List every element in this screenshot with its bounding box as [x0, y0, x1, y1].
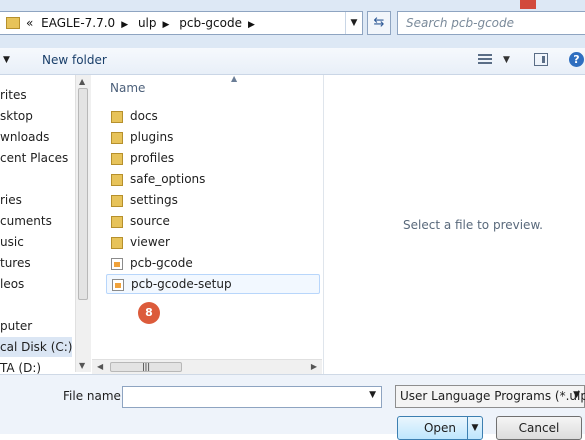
- list-item[interactable]: source: [106, 212, 320, 232]
- file-name-label: File name:: [63, 389, 125, 403]
- search-placeholder: Search pcb-gcode: [406, 16, 515, 30]
- chevron-right-icon[interactable]: ▶: [163, 20, 170, 30]
- list-item[interactable]: settings: [106, 191, 320, 211]
- folder-icon: [111, 111, 123, 123]
- chevron-right-icon[interactable]: ▶: [121, 20, 128, 30]
- file-name: docs: [130, 109, 158, 123]
- folder-icon: [6, 17, 20, 29]
- organize-dropdown-arrow[interactable]: ▼: [3, 55, 10, 65]
- scroll-up-icon[interactable]: ▲: [79, 77, 85, 86]
- folder-icon: [111, 174, 123, 186]
- file-list-hscrollbar[interactable]: ◀ ||| ▶: [92, 359, 322, 375]
- nav-scrollbar[interactable]: ▲ ▼: [75, 75, 91, 372]
- address-bar[interactable]: « EAGLE-7.7.0 ▶ ulp ▶ pcb-gcode ▶ ▼: [0, 11, 363, 35]
- list-item[interactable]: profiles: [106, 149, 320, 169]
- folder-icon: [111, 153, 123, 165]
- preview-pane-icon[interactable]: [534, 53, 548, 66]
- preview-pane: Select a file to preview.: [323, 75, 585, 374]
- toolbar: ▼ New folder ▼ ?: [0, 48, 585, 75]
- nav-item-libraries[interactable]: ries: [0, 190, 22, 210]
- view-options-icon[interactable]: [478, 54, 492, 66]
- search-input[interactable]: Search pcb-gcode: [397, 11, 585, 35]
- hscroll-thumb[interactable]: |||: [110, 362, 182, 372]
- file-name: plugins: [130, 130, 174, 144]
- preview-message: Select a file to preview.: [403, 218, 543, 232]
- chevron-right-icon[interactable]: ▶: [248, 20, 255, 30]
- breadcrumb: « EAGLE-7.7.0 ▶ ulp ▶ pcb-gcode ▶: [26, 16, 261, 30]
- nav-item-videos[interactable]: leos: [0, 274, 24, 294]
- file-name: safe_options: [130, 172, 206, 186]
- list-item[interactable]: pcb-gcode-setup: [106, 274, 320, 294]
- cancel-button[interactable]: Cancel: [496, 416, 582, 440]
- file-name-field[interactable]: ▼: [122, 386, 382, 408]
- list-item[interactable]: plugins: [106, 128, 320, 148]
- file-name: pcb-gcode-setup: [131, 277, 232, 291]
- breadcrumb-eagle[interactable]: EAGLE-7.7.0: [41, 16, 115, 30]
- list-item[interactable]: pcb-gcode: [106, 254, 320, 274]
- list-item[interactable]: safe_options: [106, 170, 320, 190]
- new-folder-button[interactable]: New folder: [42, 53, 107, 67]
- file-type-select[interactable]: User Language Programs (*.ulp ▼: [395, 385, 585, 408]
- scroll-left-icon[interactable]: ◀: [97, 362, 103, 371]
- open-button[interactable]: Open ▼: [397, 416, 483, 440]
- nav-item-music[interactable]: usic: [0, 232, 24, 252]
- nav-item-local-disk[interactable]: cal Disk (C:): [0, 337, 72, 357]
- breadcrumb-pcb-gcode[interactable]: pcb-gcode: [179, 16, 242, 30]
- chevron-down-icon[interactable]: ▼: [573, 390, 580, 400]
- ulp-file-icon: [111, 258, 123, 270]
- file-name: viewer: [130, 235, 170, 249]
- file-name: profiles: [130, 151, 175, 165]
- breadcrumb-ulp[interactable]: ulp: [138, 16, 157, 30]
- folder-icon: [111, 195, 123, 207]
- scroll-right-icon[interactable]: ▶: [311, 362, 317, 371]
- help-icon[interactable]: ?: [569, 52, 584, 67]
- file-name: source: [130, 214, 170, 228]
- nav-item-computer[interactable]: puter: [0, 316, 32, 336]
- nav-item-downloads[interactable]: wnloads: [0, 127, 49, 147]
- breadcrumb-overflow[interactable]: «: [26, 16, 33, 30]
- view-dropdown-arrow[interactable]: ▼: [503, 55, 510, 65]
- nav-item-recent-places[interactable]: cent Places: [0, 148, 68, 168]
- chevron-down-icon[interactable]: ▼: [369, 390, 376, 400]
- list-item[interactable]: viewer: [106, 233, 320, 253]
- file-dialog-footer: File name: ▼ User Language Programs (*.u…: [0, 374, 585, 440]
- folder-icon: [111, 132, 123, 144]
- step-badge: 8: [138, 302, 160, 324]
- sort-ascending-icon: ▲: [231, 74, 238, 83]
- window-close-fragment[interactable]: [520, 0, 536, 9]
- refresh-button[interactable]: ⇆: [367, 11, 391, 35]
- nav-item-documents[interactable]: cuments: [0, 211, 52, 231]
- nav-item-pictures[interactable]: tures: [0, 253, 31, 273]
- open-split-dropdown[interactable]: ▼: [467, 417, 482, 439]
- ulp-file-icon: [112, 279, 124, 291]
- address-history-dropdown[interactable]: ▼: [345, 12, 362, 34]
- column-header-name[interactable]: Name: [110, 81, 145, 95]
- nav-item-desktop[interactable]: sktop: [0, 106, 33, 126]
- folder-icon: [111, 237, 123, 249]
- scroll-down-icon[interactable]: ▼: [79, 361, 85, 370]
- file-name: settings: [130, 193, 178, 207]
- file-list: ▲ Name docs plugins profiles safe_option…: [92, 74, 322, 372]
- address-bar-region: « EAGLE-7.7.0 ▶ ulp ▶ pcb-gcode ▶ ▼ ⇆ Searc…: [0, 0, 585, 48]
- nav-item-favorites[interactable]: rites: [0, 85, 27, 105]
- file-name: pcb-gcode: [130, 256, 193, 270]
- file-type-value: User Language Programs (*.ulp: [400, 389, 585, 403]
- folder-icon: [111, 216, 123, 228]
- nav-scroll-thumb[interactable]: [78, 88, 88, 300]
- list-item[interactable]: docs: [106, 107, 320, 127]
